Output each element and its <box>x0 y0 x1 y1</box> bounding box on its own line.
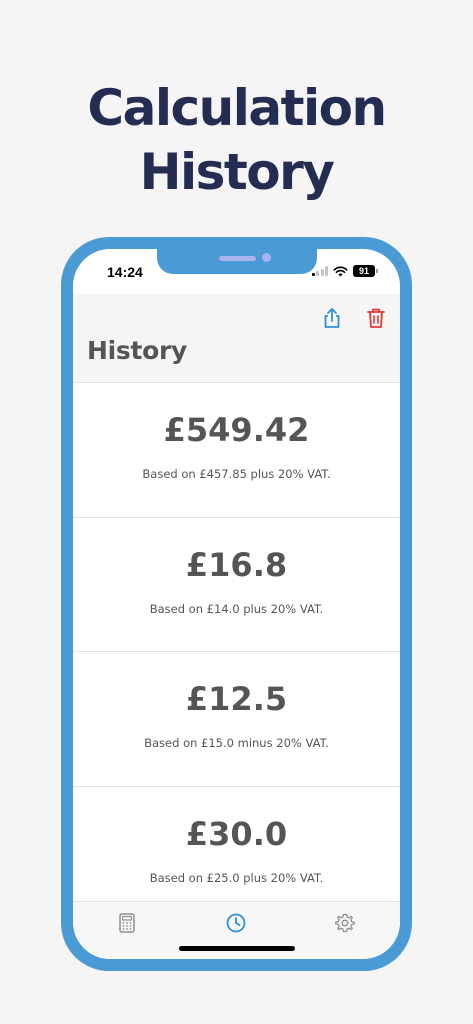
gear-icon <box>335 913 355 933</box>
history-list: £549.42 Based on £457.85 plus 20% VAT. £… <box>73 382 400 902</box>
promo-title: Calculation History <box>0 76 473 204</box>
home-indicator <box>179 946 295 951</box>
battery-tip <box>376 269 378 273</box>
status-time: 14:24 <box>107 264 143 280</box>
calculator-icon <box>119 913 135 933</box>
history-item[interactable]: £16.8 Based on £14.0 plus 20% VAT. <box>73 516 400 652</box>
front-camera <box>262 253 271 262</box>
history-item-amount: £549.42 <box>163 411 310 449</box>
promo-title-line2: History <box>139 143 335 201</box>
tab-history[interactable] <box>225 912 247 934</box>
history-item[interactable]: £30.0 Based on £25.0 plus 20% VAT. <box>73 785 400 903</box>
history-item[interactable]: £12.5 Based on £15.0 minus 20% VAT. <box>73 651 400 786</box>
wifi-icon <box>333 266 348 276</box>
history-item-description: Based on £25.0 plus 20% VAT. <box>149 870 324 885</box>
battery-icon: 91 <box>353 265 375 277</box>
share-button[interactable] <box>320 306 344 330</box>
trash-icon <box>367 308 385 328</box>
history-item-amount: £16.8 <box>185 545 288 584</box>
history-item-amount: £30.0 <box>185 814 288 853</box>
share-icon <box>324 308 340 328</box>
history-item-description: Based on £14.0 plus 20% VAT. <box>149 601 324 616</box>
tab-settings[interactable] <box>334 912 356 934</box>
promo-title-line1: Calculation <box>87 79 387 137</box>
history-item-description: Based on £15.0 minus 20% VAT. <box>144 736 329 750</box>
phone-screen: 14:24 91 History £549.42 Based on £457.8… <box>73 249 400 959</box>
clock-icon <box>226 913 246 933</box>
navigation-bar: History <box>73 294 400 382</box>
phone-frame: 14:24 91 History £549.42 Based on £457.8… <box>61 237 412 971</box>
history-item-amount: £12.5 <box>185 680 288 718</box>
history-item-description: Based on £457.85 plus 20% VAT. <box>142 467 331 481</box>
page-title: History <box>87 336 188 365</box>
speaker-grille <box>219 256 256 261</box>
history-item[interactable]: £549.42 Based on £457.85 plus 20% VAT. <box>73 382 400 517</box>
tab-calculator[interactable] <box>116 912 138 934</box>
notch <box>157 249 317 274</box>
delete-button[interactable] <box>364 306 388 330</box>
status-indicators: 91 <box>311 265 378 277</box>
cellular-signal-icon <box>311 266 328 276</box>
